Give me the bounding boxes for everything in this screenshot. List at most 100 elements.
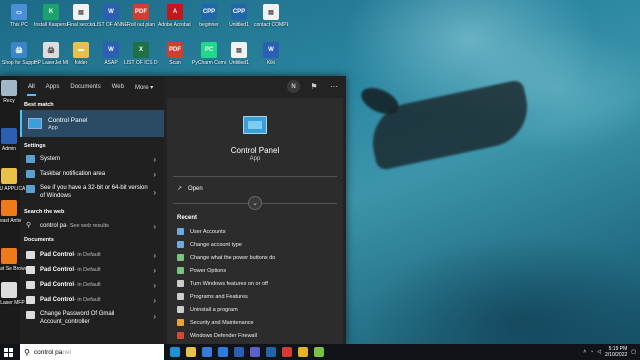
desktop-icon[interactable]: CPP Untitled1	[222, 4, 256, 28]
network-icon[interactable]: ◔	[590, 349, 593, 355]
desktop-icon[interactable]: W LIST OF ANNEX	[94, 4, 128, 28]
recent-item-label: Turn Windows features on or off	[190, 280, 268, 287]
detail-subtitle: App	[249, 156, 261, 162]
programs-icon	[177, 280, 184, 287]
more-options-icon[interactable]: ⋯	[328, 82, 340, 91]
file-icon: PC	[201, 42, 217, 58]
desktop-icon[interactable]: HP Laser MFP M12	[0, 282, 26, 306]
settings-item-version[interactable]: See if you have a 32-bit or 64-bit versi…	[20, 184, 164, 202]
notifications-icon[interactable]: ▢	[631, 349, 636, 355]
taskbar-app-file-explorer[interactable]	[186, 347, 196, 357]
recent-item-label: Security and Maintenance	[190, 319, 254, 326]
desktop-icon-label: Kiki	[266, 60, 276, 66]
taskbar-app-store[interactable]	[202, 347, 212, 357]
desktop-icon-label: beginner	[199, 22, 219, 28]
desktop-icon[interactable]: PC PyCharm Commun...	[192, 42, 226, 66]
settings-item-label: Taskbar notification area	[40, 171, 106, 177]
desktop-icon[interactable]: Avast Antiv	[0, 200, 26, 224]
desktop-icon-label: Admin	[1, 146, 17, 152]
desktop-icon[interactable]: ▤ contact COMPENS...	[254, 4, 288, 28]
recent-item[interactable]: Security and Maintenance	[177, 319, 254, 326]
feedback-icon[interactable]: ⚑	[308, 82, 320, 91]
recent-item[interactable]: Programs and Features	[177, 293, 248, 300]
recent-item[interactable]: Uninstall a program	[177, 306, 238, 313]
desktop-icon[interactable]: 🖨 HP LaserJet MFP M129...	[34, 42, 68, 66]
desktop-icon-label: Adobe Acrobat DC	[158, 22, 192, 28]
chevron-down-icon[interactable]: ⌄	[248, 196, 262, 210]
desktop-icon[interactable]: ▤ Final seccko	[64, 4, 98, 28]
taskbar-app-word[interactable]	[234, 347, 244, 357]
desktop-icon[interactable]: ▭ This PC	[2, 4, 36, 28]
clock[interactable]: 5:19 PM 2/10/2022	[605, 346, 627, 358]
taskbar-app-green-app[interactable]	[314, 347, 324, 357]
desktop-icon[interactable]: W ASAP	[94, 42, 128, 66]
document-item[interactable]: Pad Control - in Default ›	[20, 250, 164, 260]
recent-item-label: Uninstall a program	[190, 306, 238, 313]
recent-heading: Recent	[177, 215, 198, 221]
desktop-icon[interactable]: Recy	[0, 80, 26, 104]
avatar[interactable]: N	[287, 80, 300, 93]
best-match-control-panel[interactable]: Control Panel App	[20, 110, 164, 137]
chevron-right-icon: ›	[153, 250, 156, 260]
taskbar-app-cpp-app[interactable]	[266, 347, 276, 357]
divider	[173, 176, 337, 177]
recent-item[interactable]: Windows Defender Firewall	[177, 332, 257, 339]
settings-item-taskbar[interactable]: Taskbar notification area ›	[20, 169, 164, 179]
file-icon: 🖨	[11, 42, 27, 58]
desktop-icon[interactable]: EDU APPLICA	[0, 168, 26, 192]
open-action[interactable]: ↗ Open	[177, 185, 203, 193]
tab-documents[interactable]: Documents	[70, 84, 100, 90]
file-icon: ▤	[231, 42, 247, 58]
document-item[interactable]: Pad Control - in Default ›	[20, 265, 164, 275]
tab-apps[interactable]: Apps	[46, 84, 60, 90]
file-icon: ▤	[263, 4, 279, 20]
recent-item[interactable]: Change account type	[177, 241, 242, 248]
desktop-icon[interactable]: W Kiki	[254, 42, 288, 66]
desktop-icon[interactable]: Admin	[0, 128, 26, 152]
desktop-icon[interactable]: CPP beginner	[192, 4, 226, 28]
taskbar-app-edge[interactable]	[170, 347, 180, 357]
document-item[interactable]: Pad Control - in Default ›	[20, 295, 164, 305]
tab-all[interactable]: All	[27, 84, 36, 96]
desktop-icon[interactable]: PDF Roll out plan	[124, 4, 158, 28]
file-icon	[26, 281, 35, 289]
taskbar-app-red-app[interactable]	[282, 347, 292, 357]
document-item[interactable]: Pad Control - in Default ›	[20, 280, 164, 290]
web-search-result[interactable]: ⚲ control pa - See web results ›	[20, 221, 164, 231]
taskbar-app-chrome[interactable]	[298, 347, 308, 357]
tab-web[interactable]: Web	[112, 84, 124, 90]
desktop-icon[interactable]: PDF Scan	[158, 42, 192, 66]
file-icon: PDF	[167, 42, 183, 58]
recent-item[interactable]: Turn Windows features on or off	[177, 280, 268, 287]
chevron-up-icon[interactable]: ˄	[583, 349, 586, 355]
file-icon	[1, 128, 17, 144]
desktop-icon[interactable]: ▬ folder	[64, 42, 98, 66]
file-icon: ▤	[73, 4, 89, 20]
desktop-icon-label: EDU APPLICA	[0, 186, 26, 192]
desktop-icon[interactable]: A Adobe Acrobat DC	[158, 4, 192, 28]
desktop-icon[interactable]: K Install Kaspersk...	[34, 4, 68, 28]
document-name: Pad Control	[40, 297, 74, 303]
desktop-icon[interactable]: ▤ Untitled1	[222, 42, 256, 66]
document-name: Pad Control	[40, 267, 74, 273]
taskbar-app-mail[interactable]	[218, 347, 228, 357]
windows-start-icon[interactable]	[4, 348, 13, 357]
desktop-icon[interactable]: Avast Se Brows	[0, 248, 26, 272]
taskbar-app-teams[interactable]	[250, 347, 260, 357]
desktop-icon[interactable]: X LIST OF ICS DISTRIBUTE...	[124, 42, 158, 66]
recent-item[interactable]: User Accounts	[177, 228, 225, 235]
desktop-icon[interactable]: 🖨 Shop for Supplies -...	[2, 42, 36, 66]
open-label: Open	[188, 185, 203, 192]
desktop-icon-label: LIST OF ICS DISTRIBUTE...	[124, 60, 158, 66]
taskbar-search-input[interactable]: ⚲ control pa nel	[20, 344, 164, 360]
settings-item-system[interactable]: System ›	[20, 154, 164, 164]
volume-icon[interactable]: ◁	[597, 349, 601, 355]
recent-item[interactable]: Power Options	[177, 267, 226, 274]
recent-item[interactable]: Change what the power buttons do	[177, 254, 275, 261]
file-icon	[1, 168, 17, 184]
desktop-icon-label: Shop for Supplies -...	[2, 60, 36, 66]
file-icon	[1, 80, 17, 96]
tab-more[interactable]: More ▾	[135, 84, 153, 91]
start-menu: All Apps Documents Web More ▾ N ⚑ ⋯ Best…	[0, 76, 346, 344]
document-item[interactable]: Change Password Of Gmail Account_control…	[20, 310, 164, 328]
